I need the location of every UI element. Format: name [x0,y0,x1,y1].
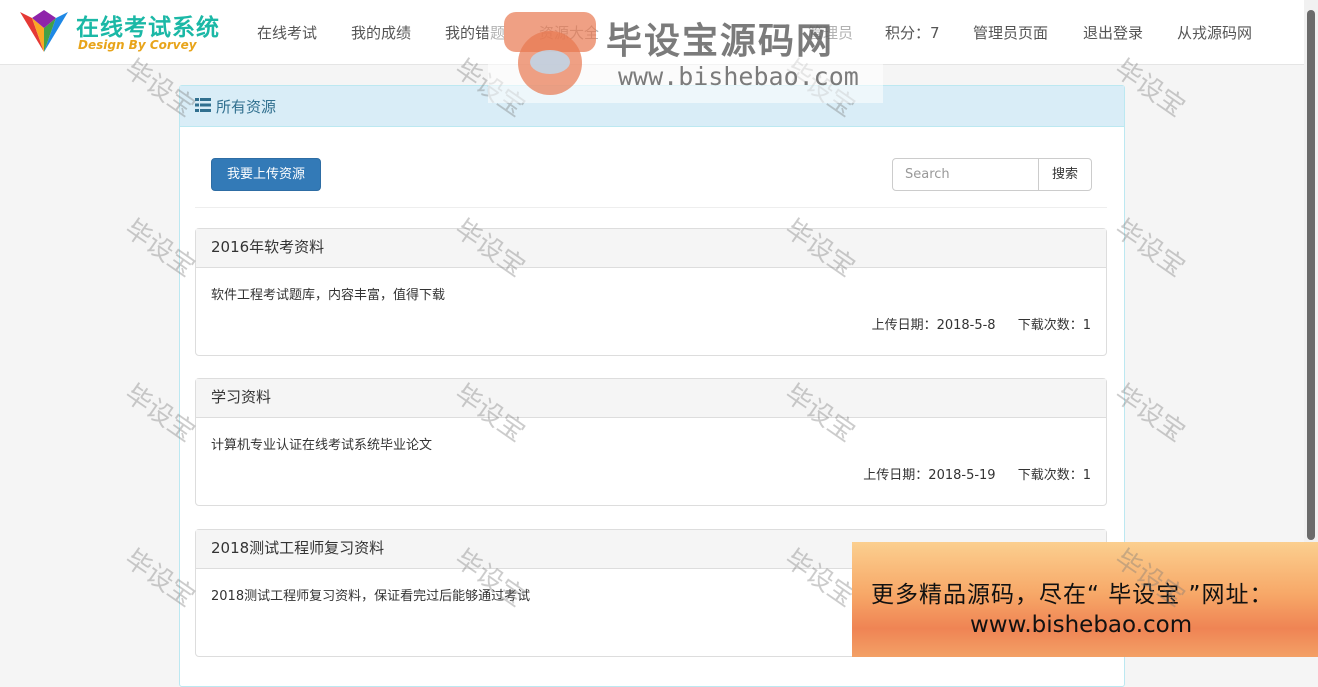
nav-logout[interactable]: 退出登录 [1083,22,1143,43]
ad-banner[interactable]: 更多精品源码，尽在“ 毕设宝 ”网址： www.bishebao.com [852,542,1318,657]
resource-description: 计算机专业认证在线考试系统毕业论文 [211,438,433,453]
nav-points[interactable]: 积分：7 [885,22,940,43]
brand-logo-mark-icon [20,10,68,52]
resource-meta: 上传日期：2018-5-19 下载次数：1 [845,464,1091,483]
ad-banner-text: 更多精品源码，尽在“ 毕设宝 ”网址： [871,582,1274,608]
nav-resources[interactable]: 资源大全 [539,22,599,43]
panel-heading: 所有资源 [180,86,1124,127]
nav-source-site[interactable]: 从戎源码网 [1177,22,1252,43]
panel-title: 所有资源 [216,98,277,116]
nav-admin-user[interactable]: 管理员 [808,22,853,43]
resource-title[interactable]: 2016年软考资料 [196,229,1106,268]
search-input[interactable] [892,158,1039,191]
brand-logo[interactable]: 在线考试系统 Design By Corvey [18,6,233,58]
resource-description: 软件工程考试题库，内容丰富，值得下载 [211,288,446,303]
upload-resource-button[interactable]: 我要上传资源 [211,158,321,191]
scrollbar-thumb[interactable] [1307,10,1315,540]
nav-online-exam[interactable]: 在线考试 [257,22,317,43]
resource-description: 2018测试工程师复习资料，保证看完过后能够通过考试 [211,589,531,604]
brand-subtitle: Design By Corvey [78,38,197,52]
nav-my-scores[interactable]: 我的成绩 [351,22,411,43]
top-navbar: 在线考试系统 Design By Corvey 在线考试 我的成绩 我的错题 资… [0,0,1304,65]
resource-download-count: 下载次数：1 [1017,318,1091,333]
resource-card: 2016年软考资料 软件工程考试题库，内容丰富，值得下载 上传日期：2018-5… [195,228,1107,356]
brand-title: 在线考试系统 [76,15,220,41]
nav-admin-page[interactable]: 管理员页面 [973,22,1048,43]
list-icon [195,98,211,112]
toolbar-divider [195,207,1107,208]
ad-banner-url: www.bishebao.com [970,612,1193,638]
nav-my-mistakes[interactable]: 我的错题 [445,22,505,43]
resource-upload-date: 上传日期：2018-5-8 [871,318,996,333]
resource-upload-date: 上传日期：2018-5-19 [863,468,996,483]
search-button[interactable]: 搜索 [1038,158,1092,191]
resource-card: 学习资料 计算机专业认证在线考试系统毕业论文 上传日期：2018-5-19 下载… [195,378,1107,506]
resource-download-count: 下载次数：1 [1017,468,1091,483]
resource-meta: 上传日期：2018-5-8 下载次数：1 [854,314,1091,333]
resource-title[interactable]: 学习资料 [196,379,1106,418]
